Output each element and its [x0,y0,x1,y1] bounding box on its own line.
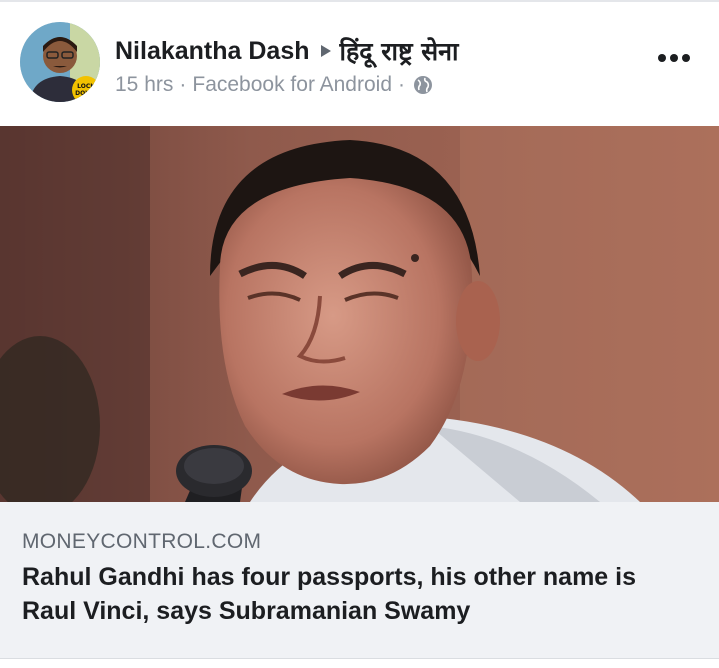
meta-separator: · [179,73,187,96]
post-meta: 15 hrs · Facebook for Android · [115,72,433,98]
bottom-spacer [0,659,719,668]
post-timestamp[interactable]: 15 hrs [115,73,173,97]
link-preview[interactable]: MONEYCONTROL.COM Rahul Gandhi has four p… [0,502,719,659]
group-name[interactable]: हिंदू राष्ट्र सेना [340,34,459,68]
author-line: Nilakantha Dash हिंदू राष्ट्र सेना [115,34,459,68]
link-domain: MONEYCONTROL.COM [22,530,262,553]
post-source: Facebook for Android [192,73,392,96]
caret-right-icon [320,44,332,58]
post-header: LOCK DOWN Nilakantha Dash हिंदू राष्ट्र … [0,2,719,126]
svg-text:LOCK: LOCK [77,83,95,90]
globe-icon[interactable] [413,75,433,95]
avatar[interactable]: LOCK DOWN [20,22,100,102]
svg-text:DOWN: DOWN [75,90,97,97]
avatar-image: LOCK DOWN [20,22,100,102]
link-title[interactable]: Rahul Gandhi has four passports, his oth… [22,560,692,628]
more-options-icon[interactable] [654,46,694,70]
link-preview-image[interactable] [0,126,719,502]
meta-separator: · [398,73,405,96]
author-name[interactable]: Nilakantha Dash [115,37,310,66]
